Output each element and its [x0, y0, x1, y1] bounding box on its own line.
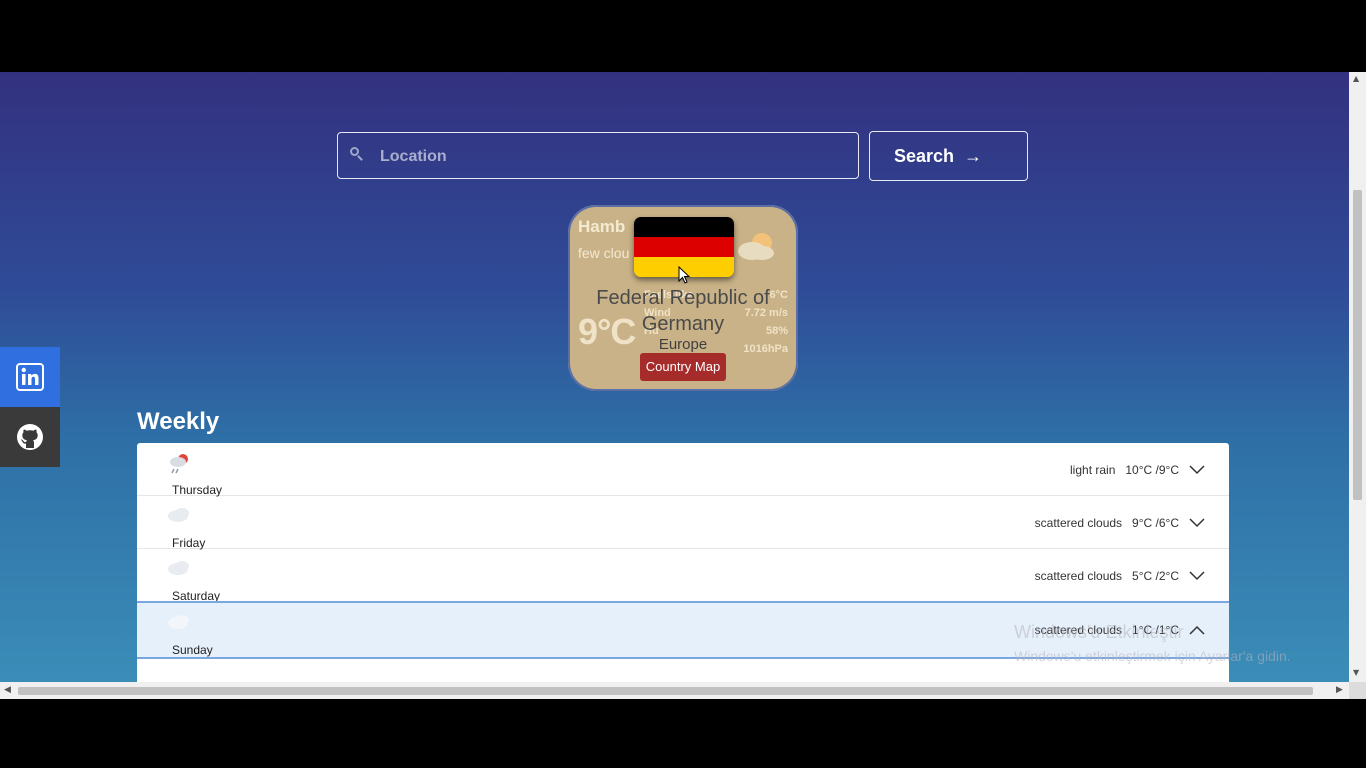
forecast-row-saturday[interactable]: Saturday scattered clouds 5°C /2°C — [137, 549, 1229, 603]
weekly-title: Weekly — [137, 408, 220, 435]
horizontal-scroll-thumb[interactable] — [18, 687, 1313, 695]
forecast-description: scattered clouds — [1034, 569, 1123, 583]
forecast-summary: scattered clouds 5°C /2°C — [1035, 569, 1205, 583]
page-viewport: Search → Hamb few clou 9°C Feels like6°C… — [0, 72, 1349, 682]
github-link[interactable] — [0, 407, 60, 467]
day-name: Sunday — [172, 643, 213, 657]
cloud-icon — [168, 561, 189, 575]
horizontal-scrollbar[interactable]: ◀ ▶ — [0, 682, 1349, 699]
cloud-icon — [168, 508, 189, 522]
forecast-description: scattered clouds — [1034, 516, 1123, 530]
activation-watermark-subtitle: Windows'u etkinleştirmek için Ayarlar'a … — [1014, 648, 1291, 664]
forecast-summary: light rain 10°C /9°C — [1070, 463, 1205, 477]
github-icon — [17, 424, 43, 450]
chevron-down-icon[interactable] — [1189, 465, 1205, 475]
chevron-down-icon[interactable] — [1189, 571, 1205, 581]
flag-stripe-red — [634, 237, 734, 257]
forecast-summary: scattered clouds 9°C /6°C — [1035, 516, 1205, 530]
vertical-scrollbar[interactable]: ▲ ▼ — [1349, 72, 1366, 682]
forecast-description: light rain — [1070, 463, 1116, 477]
day-name: Friday — [172, 536, 206, 550]
current-weather-card[interactable]: Hamb few clou 9°C Feels like 6°C Wind 7.72… — [568, 205, 798, 391]
search-button[interactable]: Search → — [869, 131, 1028, 181]
scrollbar-corner — [1349, 682, 1366, 699]
forecast-row-friday[interactable]: Friday scattered clouds 9°C /6°C — [137, 496, 1229, 550]
vertical-scroll-thumb[interactable] — [1353, 190, 1362, 500]
country-map-button[interactable]: Country Map — [640, 353, 726, 381]
location-search-box[interactable] — [337, 132, 859, 180]
country-region: Europe — [658, 336, 708, 353]
search-icon — [350, 147, 363, 161]
city-name: Hamb — [578, 217, 626, 236]
linkedin-icon — [16, 363, 44, 391]
arrow-right-icon: → — [964, 145, 983, 166]
scroll-up-icon[interactable]: ▲ — [1353, 74, 1359, 83]
chevron-down-icon[interactable] — [1189, 518, 1205, 528]
country-name: Federal Republic of Germany — [596, 287, 770, 335]
scroll-left-icon[interactable]: ◀ — [4, 685, 11, 695]
weekly-forecast-list: Thursday light rain 10°C /9°C Friday sca… — [137, 443, 1229, 682]
flag-stripe-black — [634, 217, 734, 237]
chevron-up-icon[interactable] — [1189, 625, 1205, 635]
forecast-temps: 10°C /9°C — [1125, 463, 1179, 477]
scroll-down-icon[interactable]: ▼ — [1353, 668, 1359, 677]
day-name: Thursday — [172, 483, 223, 497]
activation-watermark-title: Windows'u Etkinleştir — [1014, 622, 1184, 642]
linkedin-link[interactable] — [0, 347, 60, 407]
scroll-right-icon[interactable]: ▶ — [1336, 685, 1343, 695]
forecast-temps: 9°C /6°C — [1132, 516, 1179, 530]
search-button-label: Search — [894, 145, 955, 166]
mouse-cursor-icon — [678, 266, 690, 284]
rain-cloud-icon — [170, 454, 188, 474]
forecast-temps: 5°C /2°C — [1132, 569, 1179, 583]
sun-cloud-icon — [738, 233, 774, 260]
location-input[interactable] — [378, 133, 852, 180]
forecast-row-thursday[interactable]: Thursday light rain 10°C /9°C — [137, 443, 1229, 497]
weather-description: few clou — [578, 245, 630, 261]
cloud-icon — [168, 615, 189, 629]
